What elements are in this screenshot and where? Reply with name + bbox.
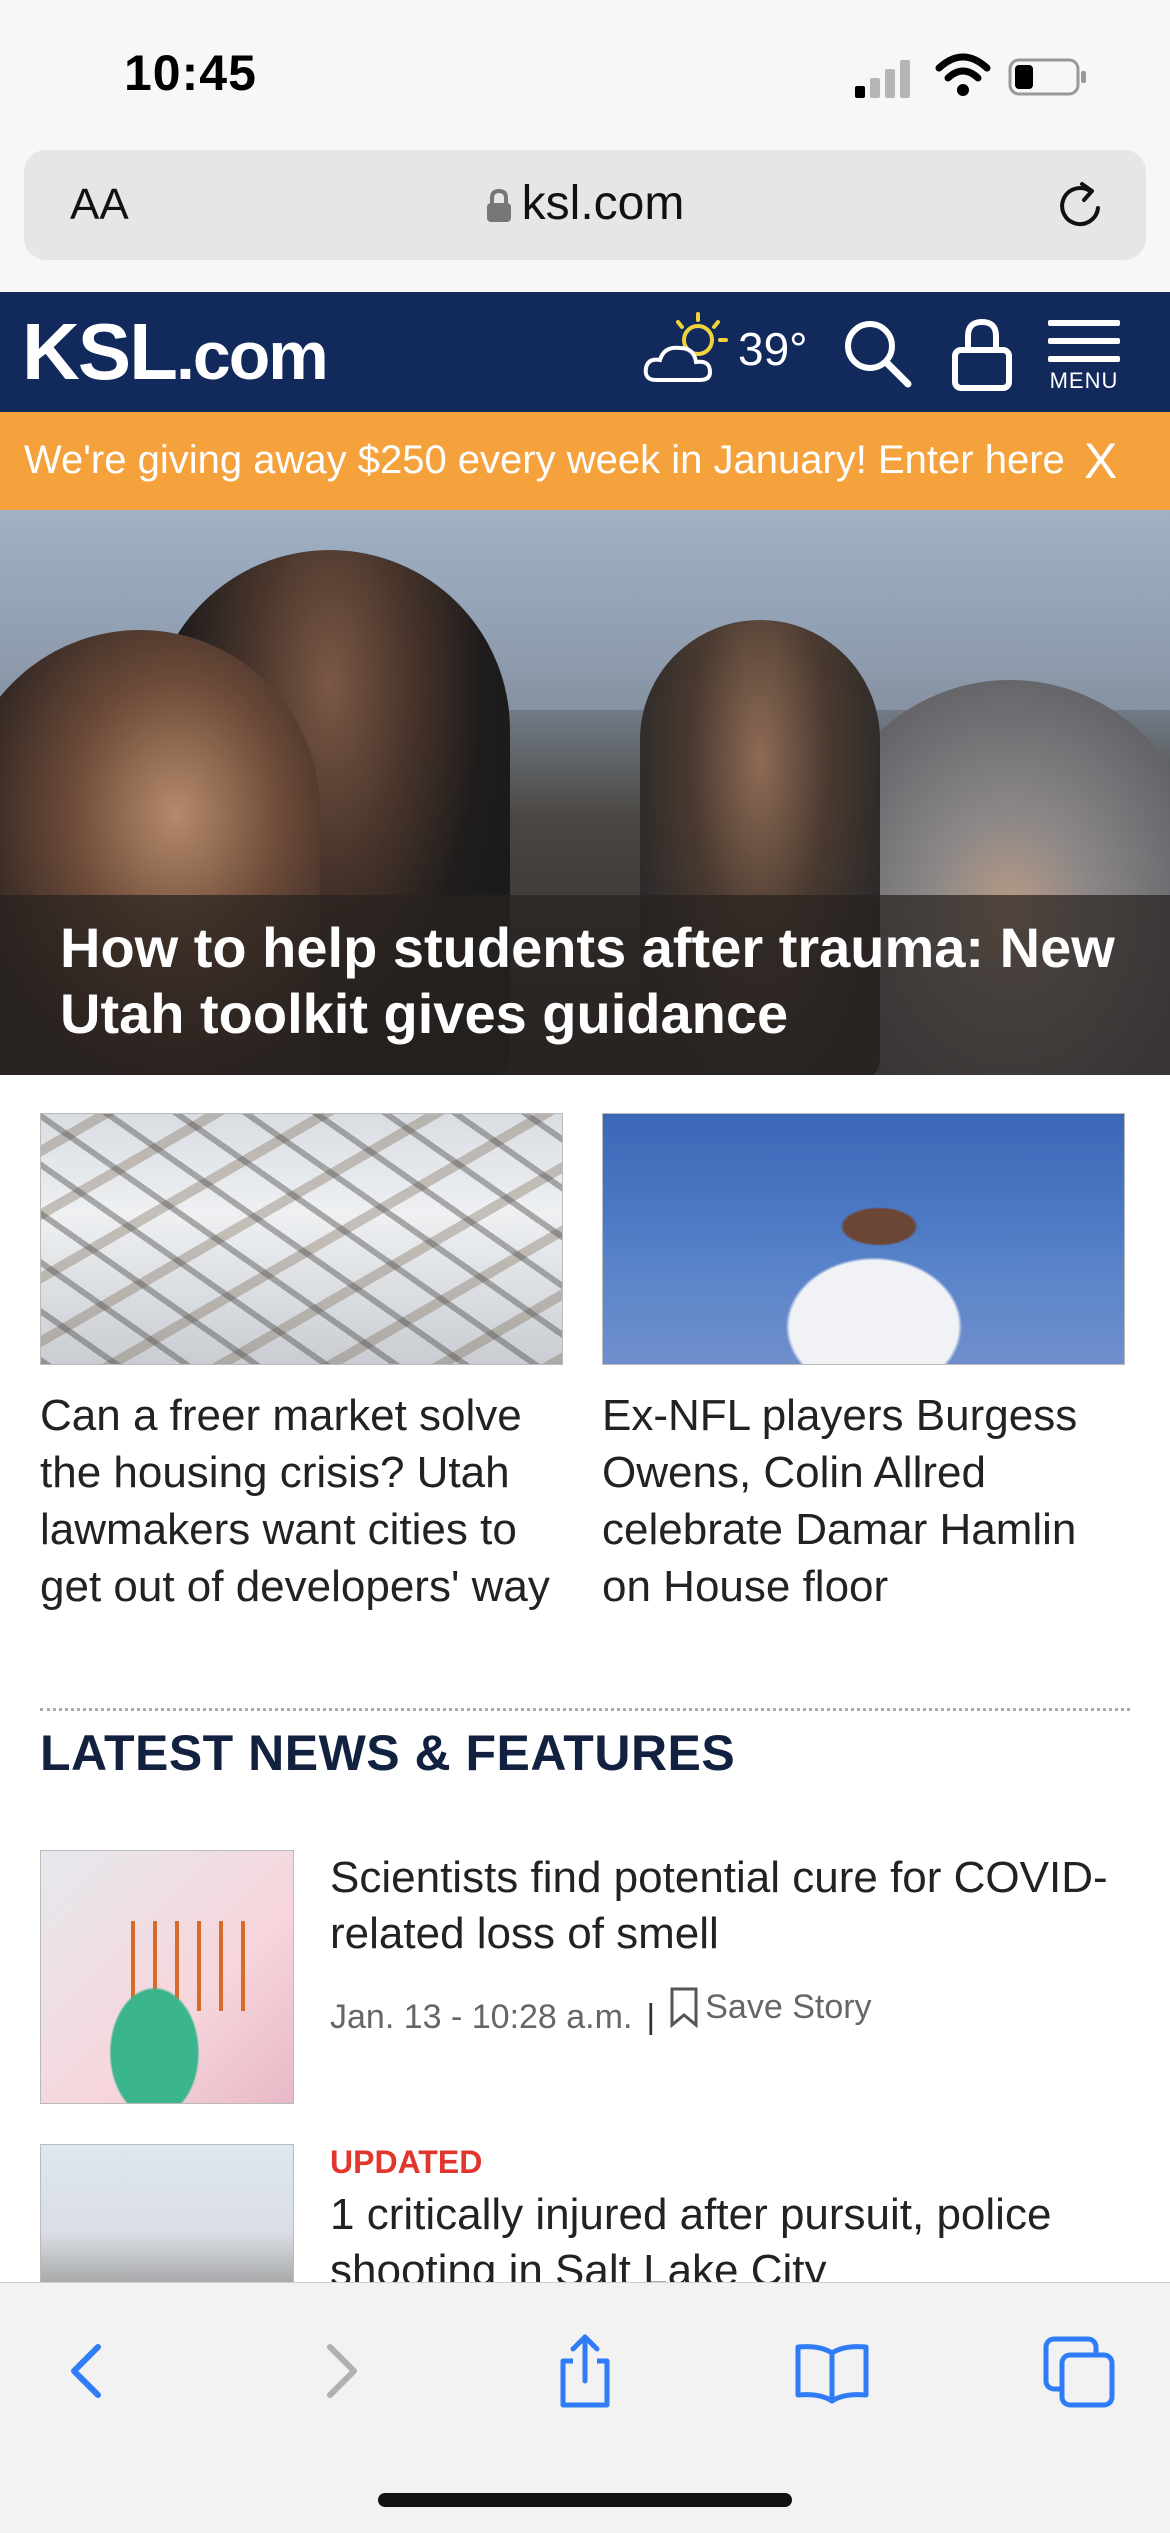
hero-title[interactable]: How to help students after trauma: New U… [60,915,1120,1047]
story-card[interactable]: Can a freer market solve the housing cri… [40,1113,563,1615]
meta-separator: | [646,1998,656,2036]
story-card[interactable]: Ex-NFL players Burgess Owens, Colin Allr… [602,1113,1125,1615]
url-text: ksl.com [521,177,685,230]
forward-icon[interactable] [300,2331,380,2411]
hero-story[interactable]: How to help students after trauma: New U… [0,510,1170,1075]
menu-button[interactable]: MENU [1048,320,1120,394]
ksl-logo[interactable]: KSL.com [22,306,329,398]
back-icon[interactable] [48,2331,128,2411]
logo-text: KSL [22,307,178,396]
temperature[interactable]: 39° [738,322,808,376]
site-header: KSL.com 39° MENU [0,292,1170,412]
updated-badge: UPDATED [330,2144,483,2180]
account-icon[interactable] [950,314,1014,394]
list-item[interactable]: UPDATED 1 critically injured after pursu… [40,2144,1130,2284]
browser-toolbar [0,2282,1170,2533]
story-title[interactable]: Scientists find potential cure for COVID… [330,1850,1130,1962]
tabs-icon[interactable] [1040,2331,1120,2411]
save-story-label: Save Story [705,1987,872,2026]
story-date: Jan. 13 - 10:28 a.m. [330,1998,633,2036]
battery-icon [1008,58,1086,96]
search-icon[interactable] [838,314,918,394]
status-bar: 10:45 [0,0,1170,150]
list-item[interactable]: Scientists find potential cure for COVID… [40,1850,1130,2106]
bookmark-icon [670,1987,698,2028]
story-title[interactable]: Can a freer market solve the housing cri… [40,1387,563,1615]
story-image[interactable] [40,1850,294,2104]
section-heading: LATEST NEWS & FEATURES [40,1725,736,1781]
lock-icon [486,189,511,223]
cellular-signal-icon [855,58,915,98]
story-image[interactable] [602,1113,1125,1365]
browser-address-bar: AA ksl.com [0,150,1170,292]
story-image[interactable] [40,1113,563,1365]
story-image[interactable] [40,2144,294,2284]
home-indicator[interactable] [378,2493,792,2507]
logo-suffix: .com [176,318,329,394]
partly-cloudy-icon[interactable] [640,310,730,390]
hamburger-icon [1048,320,1120,362]
close-icon[interactable]: X [1084,432,1117,490]
promo-banner[interactable]: We're giving away $250 every week in Jan… [0,412,1170,510]
bookmarks-icon[interactable] [792,2331,872,2411]
url-field[interactable]: AA ksl.com [24,150,1146,260]
menu-label: MENU [1049,368,1119,393]
section-divider [40,1708,1130,1711]
url-display[interactable]: ksl.com [24,176,1146,231]
story-title[interactable]: Ex-NFL players Burgess Owens, Colin Allr… [602,1387,1125,1615]
story-title[interactable]: 1 critically injured after pursuit, poli… [330,2187,1130,2284]
reload-icon[interactable] [1054,180,1106,232]
share-icon[interactable] [545,2331,625,2411]
story-meta: Jan. 13 - 10:28 a.m. | Save Story [330,1986,1130,2037]
save-story-button[interactable]: Save Story [669,1986,872,2028]
wifi-icon [935,53,991,96]
promo-text[interactable]: We're giving away $250 every week in Jan… [24,438,1065,483]
status-time: 10:45 [124,45,257,101]
